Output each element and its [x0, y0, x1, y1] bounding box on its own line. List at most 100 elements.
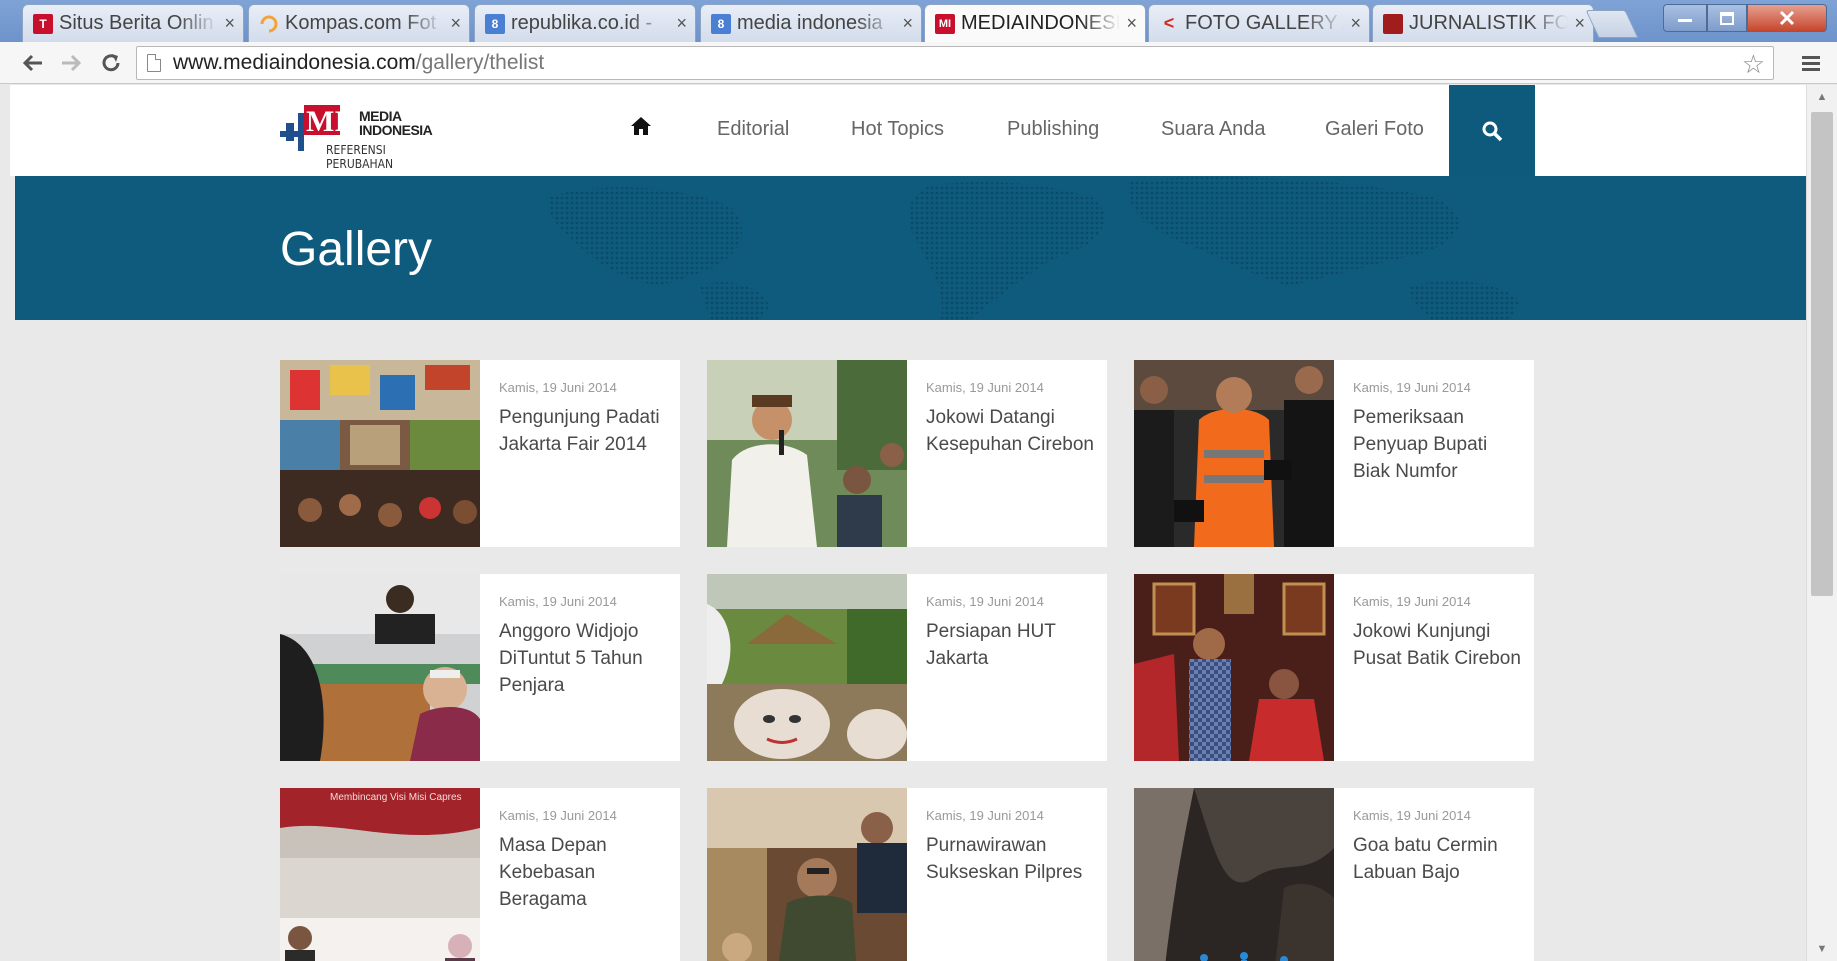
tab-close-icon[interactable]: ×: [676, 13, 687, 34]
address-bar[interactable]: www.mediaindonesia.com/gallery/thelist ☆: [136, 46, 1774, 80]
google-favicon-icon: 8: [485, 13, 505, 34]
url-host: www.mediaindonesia.com: [173, 51, 416, 74]
tab-close-icon[interactable]: ×: [450, 13, 461, 34]
browser-toolbar: www.mediaindonesia.com/gallery/thelist ☆: [0, 42, 1837, 84]
tab-close-icon[interactable]: ×: [1126, 13, 1137, 34]
share-favicon-icon: <: [1163, 13, 1175, 33]
card-title-link[interactable]: Purnawirawan Sukseskan Pilpres: [926, 832, 1096, 886]
tab-title: republika.co.id -: [511, 12, 653, 34]
gallery-thumbnail[interactable]: [280, 574, 480, 761]
svg-text:MI: MI: [306, 105, 340, 138]
site-search-button[interactable]: [1449, 85, 1535, 176]
window-minimize-button[interactable]: [1663, 4, 1707, 32]
fair-crowd-photo: [280, 360, 480, 547]
card-title-link[interactable]: Goa batu Cermin Labuan Bajo: [1353, 832, 1523, 886]
browser-tab-5[interactable]: < FOTO GALLERY A ×: [1148, 4, 1370, 42]
purnawirawan-photo: [707, 788, 907, 961]
card-date: Kamis, 19 Juni 2014: [499, 808, 617, 823]
forward-arrow-icon: [62, 54, 82, 72]
thumb-banner-text: Membincang Visi Misi Capres: [330, 792, 462, 803]
kompas-favicon-icon: [259, 14, 279, 34]
gallery-card[interactable]: Kamis, 19 Juni 2014 Goa batu Cermin Labu…: [1134, 788, 1534, 961]
photo-favicon-icon: [1383, 13, 1403, 34]
gallery-card[interactable]: Kamis, 19 Juni 2014 Jokowi Kunjungi Pusa…: [1134, 574, 1534, 761]
reload-button[interactable]: [96, 48, 126, 78]
browser-tab-4-active[interactable]: MI MEDIAINDONESI ×: [924, 4, 1146, 42]
card-date: Kamis, 19 Juni 2014: [499, 380, 617, 395]
hut-jakarta-photo: [707, 574, 907, 761]
gallery-card[interactable]: Membincang Visi Misi Capres Kamis, 19 Ju…: [280, 788, 680, 961]
home-icon[interactable]: [630, 115, 652, 137]
seminar-banner-photo: Membincang Visi Misi Capres: [280, 788, 480, 961]
gallery-card[interactable]: Kamis, 19 Juni 2014 Purnawirawan Suksesk…: [707, 788, 1107, 961]
card-title-link[interactable]: Jokowi Datangi Kesepuhan Cirebon: [926, 404, 1096, 458]
tab-close-icon[interactable]: ×: [902, 13, 913, 34]
nav-publishing[interactable]: Publishing: [1007, 118, 1099, 141]
forward-button[interactable]: [56, 48, 86, 78]
page-scrollbar[interactable]: ▲ ▼: [1806, 85, 1837, 961]
nav-editorial[interactable]: Editorial: [717, 118, 789, 141]
tab-title: JURNALISTIK FOT: [1409, 12, 1569, 34]
courtroom-photo: [280, 574, 480, 761]
gallery-thumbnail[interactable]: [707, 360, 907, 547]
google-favicon-icon: 8: [711, 13, 731, 34]
window-maximize-button[interactable]: [1707, 4, 1747, 32]
logo-tagline: REFERENSI PERUBAHAN: [326, 143, 394, 171]
gallery-card[interactable]: Kamis, 19 Juni 2014 Anggoro Widjojo DiTu…: [280, 574, 680, 761]
gallery-thumbnail[interactable]: [1134, 788, 1334, 961]
browser-tab-6[interactable]: JURNALISTIK FOT ×: [1372, 4, 1594, 42]
mediaindonesia-favicon-icon: MI: [935, 13, 955, 34]
gallery-thumbnail[interactable]: [1134, 574, 1334, 761]
gallery-card[interactable]: Kamis, 19 Juni 2014 Pemeriksaan Penyuap …: [1134, 360, 1534, 547]
gallery-card[interactable]: Kamis, 19 Juni 2014 Jokowi Datangi Kesep…: [707, 360, 1107, 547]
scroll-down-icon[interactable]: ▼: [1807, 937, 1837, 961]
tab-title: media indonesia: [737, 12, 883, 34]
gallery-card[interactable]: Kamis, 19 Juni 2014 Pengunjung Padati Ja…: [280, 360, 680, 547]
hamburger-icon: [1802, 56, 1820, 71]
world-map-icon: [548, 176, 1520, 320]
card-title-link[interactable]: Persiapan HUT Jakarta: [926, 618, 1096, 672]
window-close-button[interactable]: [1747, 4, 1827, 32]
gallery-card[interactable]: Kamis, 19 Juni 2014 Persiapan HUT Jakart…: [707, 574, 1107, 761]
minimize-icon: [1678, 19, 1692, 22]
gallery-thumbnail[interactable]: [707, 574, 907, 761]
tab-close-icon[interactable]: ×: [1574, 13, 1585, 34]
browser-tab-3[interactable]: 8 media indonesia ×: [700, 4, 922, 42]
gallery-thumbnail[interactable]: [1134, 360, 1334, 547]
browser-tab-1[interactable]: Kompas.com Fot ×: [248, 4, 470, 42]
browser-tab-2[interactable]: 8 republika.co.id - ×: [474, 4, 696, 42]
search-icon: [1482, 121, 1503, 141]
card-date: Kamis, 19 Juni 2014: [926, 380, 1044, 395]
browser-tabstrip: T Situs Berita Onlin × Kompas.com Fot × …: [0, 0, 1837, 42]
card-title-link[interactable]: Pengunjung Padati Jakarta Fair 2014: [499, 404, 669, 458]
gallery-thumbnail[interactable]: Membincang Visi Misi Capres: [280, 788, 480, 961]
nav-galeri-foto[interactable]: Galeri Foto: [1325, 118, 1424, 141]
browser-menu-button[interactable]: [1796, 48, 1826, 78]
scroll-up-icon[interactable]: ▲: [1807, 85, 1837, 109]
tab-title: FOTO GALLERY A: [1185, 12, 1345, 34]
bookmark-star-icon[interactable]: ☆: [1742, 49, 1765, 80]
browser-tab-0[interactable]: T Situs Berita Onlin ×: [22, 4, 244, 42]
page-title: Gallery: [280, 223, 433, 276]
site-logo[interactable]: MI MEDIA INDONESIA REFERENSI PERUBAHAN: [280, 103, 450, 171]
page-icon: [147, 54, 161, 72]
gallery-thumbnail[interactable]: [280, 360, 480, 547]
gallery-thumbnail[interactable]: [707, 788, 907, 961]
site-header: MI MEDIA INDONESIA REFERENSI PERUBAHAN E…: [10, 85, 1806, 176]
biak-numfor-photo: [1134, 360, 1334, 547]
card-title-link[interactable]: Anggoro Widjojo DiTuntut 5 Tahun Penjara: [499, 618, 669, 699]
card-title-link[interactable]: Masa Depan Kebebasan Beragama: [499, 832, 669, 913]
card-title-link[interactable]: Pemeriksaan Penyuap Bupati Biak Numfor: [1353, 404, 1523, 485]
card-title-link[interactable]: Jokowi Kunjungi Pusat Batik Cirebon: [1353, 618, 1523, 672]
tab-close-icon[interactable]: ×: [1350, 13, 1361, 34]
tab-title: MEDIAINDONESI: [961, 12, 1121, 34]
nav-suara-anda[interactable]: Suara Anda: [1161, 118, 1266, 141]
back-button[interactable]: [18, 48, 48, 78]
scrollbar-thumb[interactable]: [1811, 112, 1833, 596]
card-date: Kamis, 19 Juni 2014: [1353, 594, 1471, 609]
nav-hot-topics[interactable]: Hot Topics: [851, 118, 944, 141]
tab-close-icon[interactable]: ×: [224, 13, 235, 34]
restore-icon: [1720, 12, 1734, 25]
tab-title: Kompas.com Fot: [285, 12, 437, 34]
logo-wordmark: MEDIA INDONESIA: [359, 109, 433, 137]
